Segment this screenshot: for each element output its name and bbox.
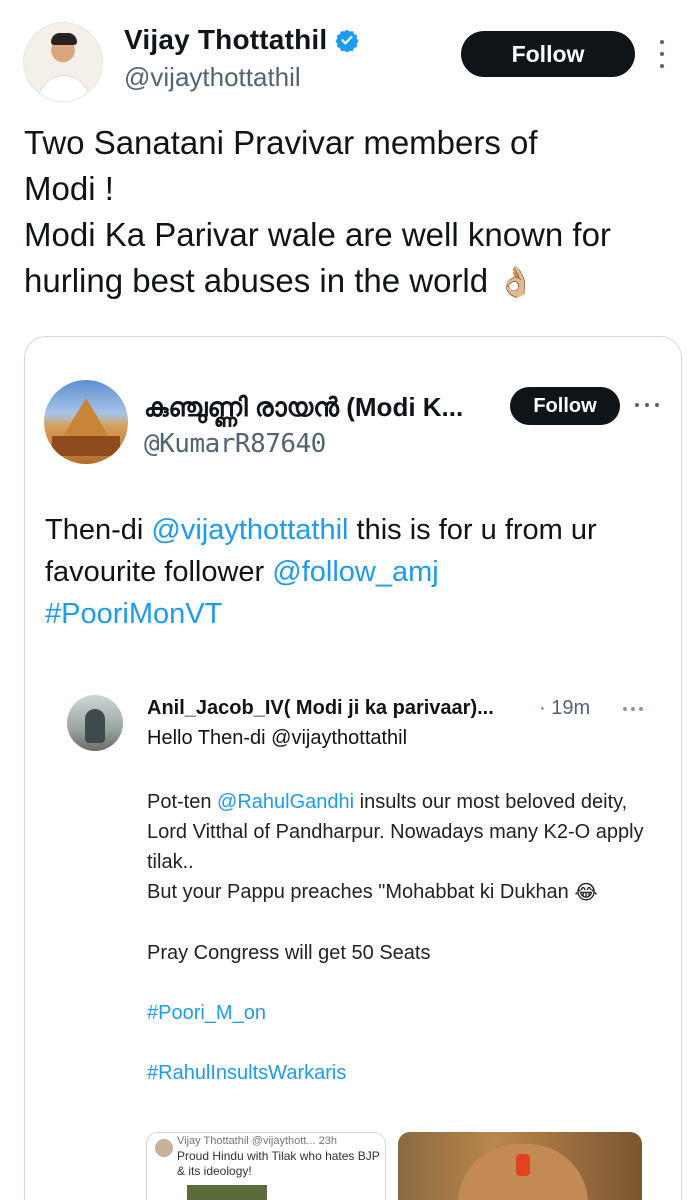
author-avatar[interactable] — [23, 22, 103, 102]
quote-hashtag[interactable]: #PooriMonVT — [45, 598, 222, 630]
nested-body-prefix: Pot-ten — [147, 791, 218, 813]
tweet-line-4-text: hurling best abuses in the world — [24, 262, 489, 299]
quoted-tweet-card[interactable]: കുഞ്ചുണ്ണി രായൻ (Modi K... @KumarR87640 … — [24, 336, 682, 1200]
nested-para-3: Pray Congress will get 50 Seats — [147, 941, 431, 964]
laughing-emoji: 😂 — [574, 881, 598, 904]
nested-media-right — [398, 1132, 642, 1200]
nested-media-left: Vijay Thottathil @vijaythott... 23h Prou… — [146, 1132, 386, 1200]
nested-para-2: But your Pappu preaches "Mohabbat ki Duk… — [147, 877, 647, 908]
quote-text: Then-di @vijaythottathil this is for u f… — [45, 509, 665, 635]
nested-body: Pot-ten @RahulGandhi insults our most be… — [147, 787, 647, 1088]
tweet-header: Vijay Thottathil @vijaythottathil Follow — [0, 0, 691, 110]
author-name[interactable]: Vijay Thottathil — [124, 24, 359, 56]
quote-follow-button[interactable]: Follow — [510, 387, 620, 425]
avatar-temple-shape — [62, 398, 110, 438]
nested-more-icon — [623, 707, 643, 712]
media-left-photo — [187, 1185, 267, 1200]
tweet-text: Two Sanatani Pravivar members of Modi ! … — [24, 120, 674, 306]
quote-mention-follow-amj[interactable]: @follow_amj — [272, 556, 438, 588]
quote-author-avatar[interactable] — [44, 380, 128, 464]
quote-author-handle[interactable]: @KumarR87640 — [144, 429, 326, 459]
tweet-line-4: hurling best abuses in the world 👌🏼 — [24, 258, 674, 306]
nested-body-line2: But your Pappu preaches "Mohabbat ki Duk… — [147, 881, 569, 903]
media-left-text: Proud Hindu with Tilak who hates BJP & i… — [177, 1149, 380, 1178]
quote-text-prefix: Then-di — [45, 514, 152, 546]
more-options-icon[interactable] — [653, 40, 671, 68]
media-left-header: Vijay Thottathil @vijaythott... 23h — [177, 1135, 337, 1147]
nested-mention-rahul: @RahulGandhi — [217, 791, 355, 813]
nested-hashtag-2: #RahulInsultsWarkaris — [147, 1061, 347, 1084]
avatar-shirt — [38, 75, 90, 101]
avatar-hair — [51, 33, 77, 45]
nested-hashtag-1: #Poori_M_on — [147, 1001, 266, 1024]
quote-more-options-icon[interactable] — [635, 403, 659, 409]
verified-badge-icon — [335, 29, 359, 52]
media-right-tilak — [516, 1154, 530, 1176]
tweet-line-2: Modi ! — [24, 170, 114, 207]
avatar-temple-base — [52, 436, 120, 456]
quote-mention-vijay[interactable]: @vijaythottathil — [151, 514, 348, 546]
tweet-line-1: Two Sanatani Pravivar members of — [24, 124, 538, 161]
tweet-line-3: Modi Ka Parivar wale are well known for — [24, 216, 611, 253]
quote-author-name[interactable]: കുഞ്ചുണ്ണി രായൻ (Modi K... — [144, 392, 463, 424]
nested-author-avatar — [67, 695, 123, 751]
media-left-avatar — [155, 1139, 173, 1157]
ok-hand-emoji: 👌🏼 — [497, 266, 535, 300]
nested-para-1: Pot-ten @RahulGandhi insults our most be… — [147, 787, 647, 877]
nested-timestamp: · 19m — [539, 697, 591, 719]
nested-reply-line: Hello Then-di @vijaythottathil — [147, 727, 408, 749]
follow-button[interactable]: Follow — [461, 31, 635, 77]
author-handle[interactable]: @vijaythottathil — [124, 62, 301, 93]
author-name-text: Vijay Thottathil — [124, 24, 328, 55]
nested-author-name: Anil_Jacob_IV( Modi ji ka parivaar)... — [147, 697, 494, 719]
